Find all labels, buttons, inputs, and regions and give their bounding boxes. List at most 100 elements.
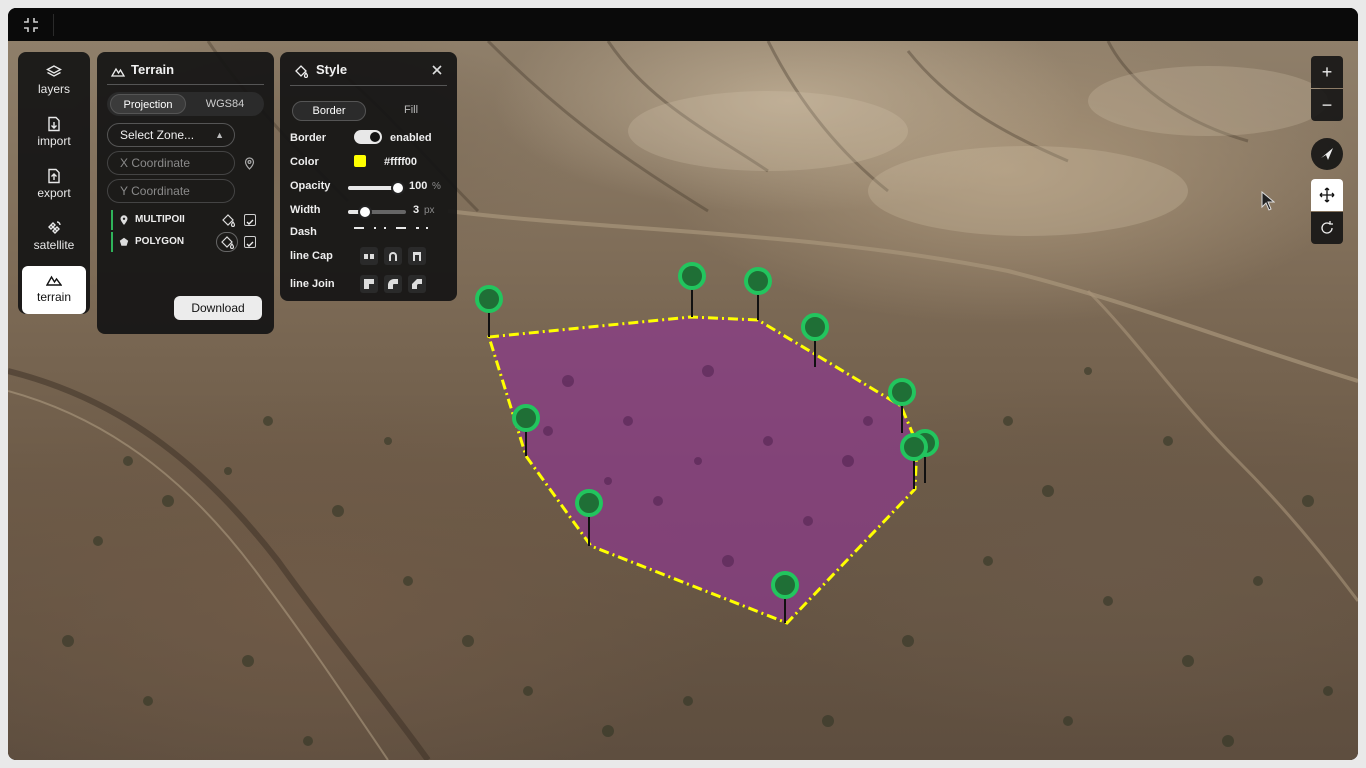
opacity-slider[interactable] bbox=[348, 181, 405, 195]
divider bbox=[107, 84, 264, 85]
mouse-cursor-icon bbox=[1261, 191, 1275, 211]
polygon-icon bbox=[119, 237, 129, 246]
style-panel: Style Border Fill Border enabled Color #… bbox=[280, 52, 457, 301]
layers-icon bbox=[46, 65, 62, 77]
color-swatch[interactable] bbox=[354, 155, 366, 167]
tab-fill[interactable]: Fill bbox=[376, 101, 446, 121]
cap-square-icon bbox=[413, 252, 421, 261]
dash-pattern-dot[interactable] bbox=[374, 227, 376, 229]
tab-border[interactable]: Border bbox=[292, 101, 366, 121]
paint-bucket-icon bbox=[295, 65, 308, 78]
sidebar-item-import[interactable]: import bbox=[22, 110, 86, 158]
paint-bucket-icon bbox=[221, 236, 234, 249]
rotate-icon bbox=[1321, 221, 1333, 234]
zoom-out-button[interactable]: − bbox=[1311, 89, 1343, 121]
divider bbox=[53, 14, 54, 36]
panel-title: Style bbox=[316, 62, 348, 77]
terrain-panel: Terrain Projection WGS84 Select Zone... … bbox=[97, 52, 274, 334]
style-tabs: Border Fill bbox=[290, 100, 447, 122]
y-coordinate-input[interactable] bbox=[107, 179, 235, 203]
line-join-label: line Join bbox=[290, 278, 335, 290]
terrain-icon bbox=[111, 67, 125, 77]
layer-row-polygon[interactable]: POLYGON bbox=[111, 232, 261, 252]
sidebar-item-label: layers bbox=[37, 82, 70, 96]
dash-pattern-solid[interactable] bbox=[354, 227, 364, 229]
plus-icon: + bbox=[1321, 62, 1333, 82]
line-join-round-button[interactable] bbox=[384, 275, 402, 293]
satellite-icon bbox=[48, 221, 61, 234]
toggle-knob bbox=[370, 132, 380, 142]
cap-butt-icon bbox=[364, 254, 374, 259]
close-icon[interactable] bbox=[431, 64, 443, 76]
zone-select-value: Select Zone... bbox=[120, 128, 195, 142]
layer-visibility-checkbox[interactable] bbox=[244, 214, 256, 226]
sidebar: layers import export satellite terrain bbox=[18, 52, 90, 314]
color-label: Color bbox=[290, 156, 319, 168]
vertex-marker[interactable] bbox=[678, 262, 706, 317]
border-toggle[interactable] bbox=[354, 130, 382, 144]
pin-icon bbox=[120, 215, 128, 225]
slider-thumb[interactable] bbox=[391, 181, 405, 195]
vertex-marker[interactable] bbox=[744, 267, 772, 320]
selected-polygon[interactable] bbox=[487, 315, 919, 625]
zoom-in-button[interactable]: + bbox=[1311, 56, 1343, 88]
exit-fullscreen-icon[interactable] bbox=[22, 16, 40, 34]
width-label: Width bbox=[290, 204, 321, 216]
line-join-bevel-button[interactable] bbox=[408, 275, 426, 293]
opacity-value: 100 bbox=[409, 180, 428, 192]
sidebar-item-label: terrain bbox=[36, 290, 71, 304]
map-view[interactable]: layers import export satellite terrain T bbox=[8, 41, 1358, 760]
line-cap-label: line Cap bbox=[290, 250, 333, 262]
sidebar-item-terrain[interactable]: terrain bbox=[22, 266, 86, 314]
slider-thumb[interactable] bbox=[358, 205, 373, 219]
divider bbox=[290, 85, 447, 86]
top-bar bbox=[8, 8, 1358, 41]
minus-icon: − bbox=[1321, 95, 1333, 115]
panel-title: Terrain bbox=[131, 62, 175, 77]
paint-bucket-icon[interactable] bbox=[221, 213, 235, 227]
app-window: layers import export satellite terrain T bbox=[8, 8, 1358, 760]
tab-projection[interactable]: Projection bbox=[110, 94, 186, 114]
x-coordinate-input[interactable] bbox=[107, 151, 235, 175]
layer-name: MULTIPOII bbox=[135, 214, 185, 225]
compass-button[interactable] bbox=[1311, 138, 1343, 170]
rotate-tool-button[interactable] bbox=[1311, 212, 1343, 244]
width-value: 3 bbox=[413, 204, 420, 216]
locate-pin-icon[interactable] bbox=[243, 157, 256, 170]
layer-row-multipoint[interactable]: MULTIPOII bbox=[111, 210, 261, 230]
color-value: #ffff00 bbox=[384, 156, 418, 168]
projection-tabs: Projection WGS84 bbox=[107, 92, 264, 116]
tab-wgs84[interactable]: WGS84 bbox=[189, 94, 261, 114]
opacity-unit: % bbox=[432, 181, 441, 192]
sidebar-item-export[interactable]: export bbox=[22, 162, 86, 210]
line-cap-round-button[interactable] bbox=[384, 247, 402, 265]
import-icon bbox=[48, 116, 60, 132]
width-slider[interactable] bbox=[348, 205, 406, 219]
check-icon bbox=[246, 241, 254, 247]
sidebar-item-layers[interactable]: layers bbox=[22, 58, 86, 106]
zone-select[interactable]: Select Zone... ▲ bbox=[107, 123, 235, 147]
sidebar-item-label: satellite bbox=[33, 238, 75, 252]
cap-round-icon bbox=[389, 252, 397, 261]
join-bevel-icon bbox=[412, 279, 422, 289]
opacity-label: Opacity bbox=[290, 180, 331, 192]
layer-visibility-checkbox[interactable] bbox=[244, 236, 256, 248]
dash-pattern-dot[interactable] bbox=[384, 227, 386, 229]
vertex-marker[interactable] bbox=[475, 285, 503, 337]
dash-pattern-dot[interactable] bbox=[426, 227, 428, 229]
terrain-icon bbox=[46, 275, 62, 286]
pan-tool-button[interactable] bbox=[1311, 179, 1343, 211]
sidebar-item-label: import bbox=[37, 134, 71, 148]
export-icon bbox=[48, 168, 60, 184]
line-join-miter-button[interactable] bbox=[360, 275, 378, 293]
dash-label: Dash bbox=[290, 226, 317, 238]
line-cap-square-button[interactable] bbox=[408, 247, 426, 265]
sidebar-item-satellite[interactable]: satellite bbox=[22, 214, 86, 262]
dash-pattern-dot[interactable] bbox=[416, 227, 419, 229]
sidebar-item-label: export bbox=[37, 186, 71, 200]
chevron-updown-icon: ▲ bbox=[215, 130, 224, 140]
line-cap-butt-button[interactable] bbox=[360, 247, 378, 265]
paint-bucket-button[interactable] bbox=[216, 232, 238, 252]
dash-pattern-dash[interactable] bbox=[396, 227, 406, 229]
download-button[interactable]: Download bbox=[174, 296, 262, 320]
